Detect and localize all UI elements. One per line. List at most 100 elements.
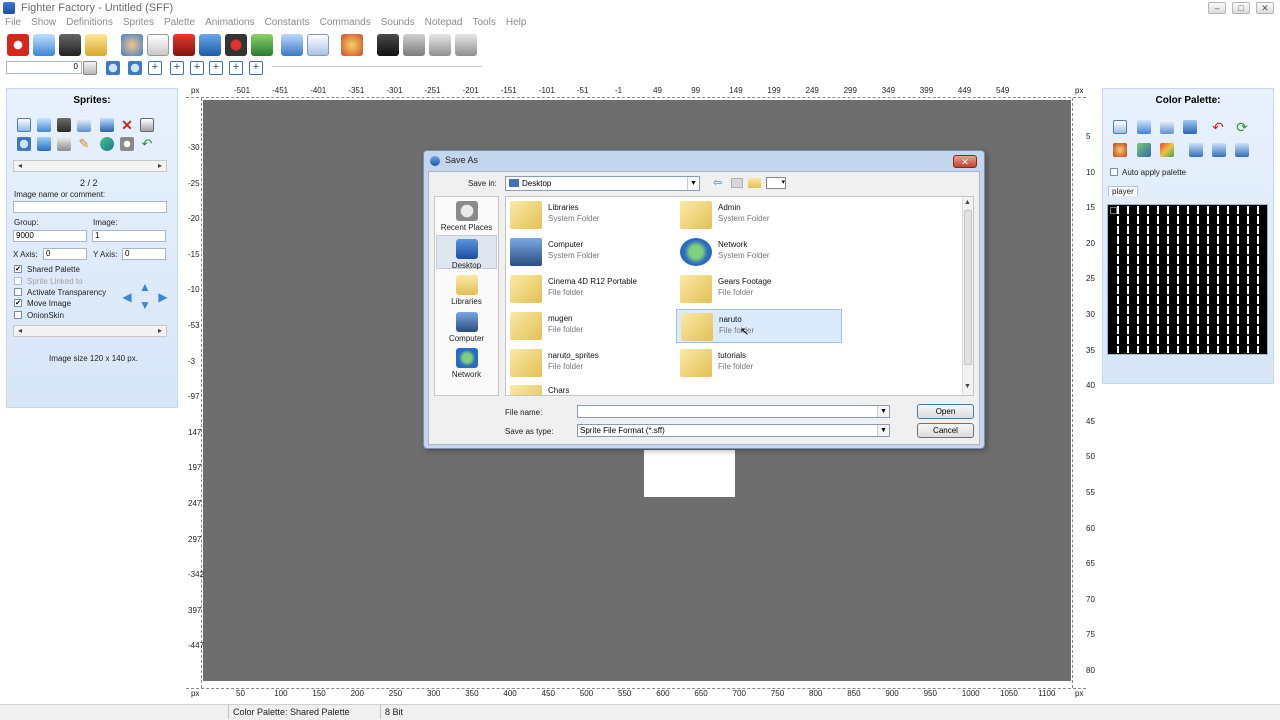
align-right-icon[interactable]: + [190,61,204,75]
scroll-up-icon[interactable]: ▲ [964,199,971,206]
save-icon[interactable] [59,34,81,56]
move-down-icon[interactable]: ▼ [139,299,151,311]
eyedropper-icon[interactable] [1137,143,1151,157]
onionskin-scrollbar[interactable]: ◂ ▸ [13,325,167,337]
back-icon[interactable]: ⇦ [713,177,726,189]
menu-notepad[interactable]: Notepad [420,16,468,30]
menu-tools[interactable]: Tools [467,16,500,30]
image-name-input[interactable] [13,201,167,213]
joystick-icon[interactable] [225,34,247,56]
file-item-computer[interactable]: Computer System Folder [506,235,672,269]
move-up-icon[interactable]: ▲ [139,281,151,293]
menu-file[interactable]: File [0,16,26,30]
place-computer[interactable]: Computer [435,312,498,343]
move-left-icon[interactable]: ◀ [121,291,133,303]
onionskin-checkbox[interactable] [14,311,22,319]
group-input[interactable]: 9000 [13,230,87,242]
transparency-checkbox[interactable] [14,288,22,296]
selected-swatch[interactable] [1110,207,1117,214]
grid-sprite-icon[interactable] [57,137,71,151]
shared-palette-checkbox[interactable]: ✔ [14,265,22,273]
frame-input[interactable]: 0 [6,61,82,74]
constants-icon[interactable] [199,34,221,56]
align-center-icon[interactable]: + [148,61,162,75]
file-item-libraries[interactable]: Libraries System Folder [506,198,672,232]
onion-right-icon[interactable]: ▸ [154,326,166,336]
chevron-down-icon[interactable]: ▼ [877,406,889,417]
minimize-button[interactable]: – [1208,2,1226,14]
palette-swatches[interactable] [1109,206,1266,353]
file-item-chars[interactable]: Chars [506,383,672,395]
save-type-dropdown[interactable]: Sprite File Format (*.sff) ▼ [577,424,890,437]
scroll-thumb[interactable] [964,210,972,365]
sprite-preview[interactable] [644,450,735,497]
save-sprite-icon[interactable] [57,118,71,132]
notepad-icon[interactable] [307,34,329,56]
delete-sprite-icon[interactable]: ✕ [120,118,134,132]
file-name-input[interactable]: ▼ [577,405,890,418]
menu-definitions[interactable]: Definitions [61,16,118,30]
file-item-tutorials[interactable]: tutorials File folder [676,346,842,380]
move-right-icon[interactable]: ▶ [157,291,169,303]
align-left-icon[interactable]: + [170,61,184,75]
onion-left-icon[interactable]: ◂ [14,326,26,336]
stop-icon[interactable] [7,34,29,56]
file-item-cinema4d[interactable]: Cinema 4D R12 Portable File folder [506,272,672,306]
replace-sprite-icon[interactable] [100,118,114,132]
characters-icon[interactable] [121,34,143,56]
open-sprite-icon[interactable] [37,118,51,132]
swap-colors-icon[interactable] [1113,143,1127,157]
paste-palette-icon[interactable] [1212,143,1226,157]
zoom-in-icon[interactable] [106,61,120,75]
copy-palette-icon[interactable] [1189,143,1203,157]
menu-constants[interactable]: Constants [260,16,315,30]
open-palette-icon[interactable] [1137,120,1151,134]
export-icon[interactable] [281,34,303,56]
edit-sprite-icon[interactable] [77,118,91,132]
file-list-scrollbar[interactable]: ▲ ▼ [962,197,973,395]
html-icon[interactable] [377,34,399,56]
file-item-naruto-sprites[interactable]: naruto_sprites File folder [506,346,672,380]
y-axis-input[interactable]: 0 [122,248,166,260]
cancel-button[interactable]: Cancel [917,423,974,438]
place-desktop[interactable]: Desktop [435,239,498,270]
rotate-icon[interactable] [120,137,134,151]
move-image-checkbox[interactable]: ✔ [14,299,22,307]
menu-show[interactable]: Show [26,16,61,30]
paint-palette-icon[interactable] [341,34,363,56]
file-item-naruto[interactable]: naruto File folder [676,309,842,343]
menu-palette[interactable]: Palette [159,16,200,30]
config-gears-icon[interactable] [455,34,477,56]
close-window-button[interactable]: ✕ [1256,2,1274,14]
menu-sounds[interactable]: Sounds [376,16,420,30]
tools-icon[interactable] [403,34,425,56]
scroll-down-icon[interactable]: ▼ [964,383,971,390]
lock-icon[interactable] [85,34,107,56]
sound-icon[interactable] [251,34,273,56]
edit-palette-icon[interactable] [1160,120,1174,134]
view-menu-icon[interactable]: ▾ [766,177,786,189]
place-recent[interactable]: Recent Places [435,201,498,232]
open-icon[interactable] [33,34,55,56]
resize-sprite-icon[interactable] [37,137,51,151]
zoom-out-icon[interactable] [128,61,142,75]
image-input[interactable]: 1 [92,230,166,242]
sprite-linked-checkbox[interactable] [14,277,22,285]
up-folder-icon[interactable] [731,178,743,188]
scroll-right-icon[interactable]: ▸ [154,161,166,171]
open-button[interactable]: Open [917,404,974,419]
pencil-icon[interactable]: ✎ [77,137,91,151]
refresh-palette-icon[interactable]: ⟳ [1235,120,1249,134]
eraser-icon[interactable] [100,137,114,151]
undo-sprite-icon[interactable]: ↶ [140,137,154,151]
frame-stepper[interactable] [83,61,97,75]
find-sprite-icon[interactable] [17,137,31,151]
new-sprite-icon[interactable] [17,118,31,132]
new-folder-icon[interactable] [748,178,761,188]
file-item-admin[interactable]: Admin System Folder [676,198,842,232]
chevron-down-icon[interactable]: ▼ [687,177,699,190]
crop-sprite-icon[interactable] [140,118,154,132]
x-axis-input[interactable]: 0 [43,248,87,260]
file-item-gears-footage[interactable]: Gears Footage File folder [676,272,842,306]
align-middle-icon[interactable]: + [229,61,243,75]
